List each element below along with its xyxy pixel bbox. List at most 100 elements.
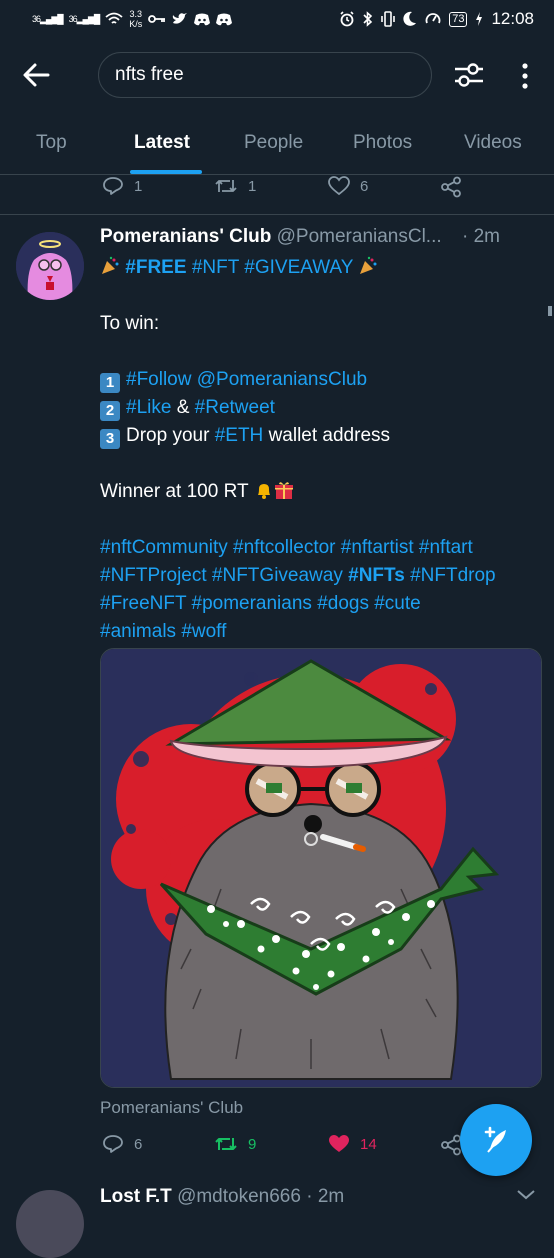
tab-top[interactable]: Top	[36, 132, 67, 154]
next-user-handle: @mdtoken666	[177, 1186, 301, 1207]
tab-people[interactable]: People	[244, 132, 303, 154]
next-tweet-timestamp: · 2m	[306, 1186, 345, 1207]
reply-button[interactable]: 1	[102, 176, 142, 196]
step-3-text: Drop your	[126, 425, 210, 446]
tweet-card[interactable]: Pomeranians' Club @PomeraniansCl... · 2m…	[0, 216, 554, 1200]
step-1: 1 #Follow @PomeraniansClub	[100, 366, 544, 394]
search-input[interactable]: nfts free	[98, 52, 432, 98]
hashtags-line-3[interactable]: #FreeNFT #pomeranians #dogs #cute	[100, 590, 544, 618]
hashtag-like[interactable]: #Like	[126, 397, 171, 418]
vibrate-icon	[381, 11, 396, 27]
like-button[interactable]: 6	[328, 176, 368, 196]
step-3: 3 Drop your #ETH wallet address	[100, 422, 544, 450]
tweet-text: #FREE #NFT #GIVEAWAY To win: 1 #Follow @P…	[100, 254, 544, 646]
hashtags-line-1[interactable]: #nftCommunity #nftcollector #nftartist #…	[100, 534, 544, 562]
feather-plus-icon	[484, 1126, 506, 1153]
keycap-3-icon: 3	[100, 429, 120, 449]
sliders-icon[interactable]	[452, 60, 486, 90]
next-tweet-avatar[interactable]	[16, 1190, 84, 1258]
charging-icon	[476, 12, 483, 26]
bell-icon	[254, 480, 274, 500]
hashtag-nftdrop[interactable]: #NFTdrop	[410, 565, 496, 586]
share-button[interactable]	[440, 176, 462, 198]
ampersand: &	[176, 397, 190, 418]
like-count: 14	[360, 1135, 377, 1153]
tweet-header: Pomeranians' Club @PomeraniansCl... · 2m	[100, 226, 540, 248]
share-icon	[441, 176, 461, 198]
search-tabs: Top Latest People Photos Videos	[0, 122, 554, 175]
retweet-icon	[215, 1138, 237, 1150]
speedometer-icon	[425, 13, 441, 24]
keycap-1-icon: 1	[100, 373, 120, 393]
alarm-icon	[340, 11, 354, 27]
tweet-line-headline: #FREE #NFT #GIVEAWAY	[100, 254, 544, 282]
hashtag-nft[interactable]: #NFT	[192, 257, 239, 278]
winner-line: Winner at 100 RT	[100, 478, 544, 506]
tab-latest[interactable]: Latest	[134, 132, 190, 154]
retweet-count: 9	[248, 1135, 257, 1153]
user-handle[interactable]: @PomeraniansCl...	[277, 226, 442, 247]
hashtags-project-giveaway[interactable]: #NFTProject #NFTGiveaway	[100, 565, 343, 586]
speech-bubble-icon	[103, 1135, 123, 1153]
winner-text: Winner at 100 RT	[100, 481, 249, 502]
pomeranian-avatar-image	[16, 232, 84, 300]
signal-strength-1: 36▂▄▆█	[32, 13, 64, 24]
compose-tweet-button[interactable]	[460, 1104, 532, 1176]
do-not-disturb-moon-icon	[403, 11, 417, 26]
tab-videos[interactable]: Videos	[464, 132, 522, 154]
heart-icon	[328, 176, 350, 196]
retweet-count: 1	[248, 177, 257, 195]
display-name[interactable]: Pomeranians' Club	[100, 226, 271, 247]
hashtags-line-4[interactable]: #animals #woff	[100, 618, 544, 646]
vertical-dots-icon[interactable]	[518, 62, 532, 90]
heart-icon	[329, 1135, 349, 1152]
signal-strength-2: 36▂▄▆█	[68, 13, 101, 24]
hashtag-retweet[interactable]: #Retweet	[195, 397, 275, 418]
retweet-button[interactable]: 9	[214, 1134, 256, 1154]
speech-bubble-icon	[103, 177, 123, 195]
next-display-name: Lost F.T	[100, 1186, 172, 1207]
arrow-left-icon[interactable]	[20, 60, 54, 90]
hashtag-eth[interactable]: #ETH	[215, 425, 264, 446]
step-2: 2 #Like & #Retweet	[100, 394, 544, 422]
mention-pomeraniansclub[interactable]: @PomeraniansClub	[197, 369, 367, 390]
step-3-text-end: wallet address	[268, 425, 391, 446]
party-popper-icon-2	[358, 256, 378, 276]
reply-count: 6	[134, 1135, 143, 1153]
retweet-icon	[215, 180, 237, 192]
tab-photos[interactable]: Photos	[353, 132, 412, 154]
share-button[interactable]	[440, 1134, 462, 1156]
share-icon	[441, 1134, 461, 1156]
hashtag-free[interactable]: #FREE	[125, 257, 186, 278]
pomeranian-nft-artwork	[101, 649, 541, 1087]
image-source-caption[interactable]: Pomeranians' Club	[100, 1098, 243, 1118]
wifi-icon	[105, 12, 123, 24]
discord-icon	[194, 13, 211, 25]
gift-icon	[274, 480, 294, 500]
avatar[interactable]	[16, 232, 84, 300]
discord-icon-2	[216, 13, 233, 25]
network-speed: 3.3 K/s	[129, 9, 143, 29]
reply-count: 1	[134, 177, 143, 195]
previous-tweet-actions: 1 1 6	[0, 174, 554, 215]
hashtag-nfts[interactable]: #NFTs	[348, 565, 405, 586]
keycap-2-icon: 2	[100, 401, 120, 421]
search-query: nfts free	[115, 64, 184, 85]
like-count: 6	[360, 177, 369, 195]
hashtags-line-2: #NFTProject #NFTGiveaway #NFTs #NFTdrop	[100, 562, 544, 590]
retweet-button[interactable]: 1	[214, 176, 256, 196]
next-tweet-header[interactable]: Lost F.T @mdtoken666 · 2m	[100, 1186, 344, 1208]
hashtag-follow[interactable]: #Follow	[126, 369, 191, 390]
status-bar: 36▂▄▆█ 36▂▄▆█ 3.3 K/s 73 12:08	[0, 0, 554, 40]
twitter-bird-icon	[173, 13, 188, 24]
search-header: nfts free	[0, 48, 554, 104]
bluetooth-icon	[363, 11, 373, 27]
tweet-image[interactable]	[100, 648, 542, 1088]
like-button[interactable]: 14	[328, 1134, 377, 1154]
hashtag-giveaway[interactable]: #GIVEAWAY	[244, 257, 353, 278]
key-icon	[148, 15, 166, 23]
party-popper-icon	[100, 256, 120, 276]
to-win-label: To win:	[100, 313, 160, 334]
reply-button[interactable]: 6	[102, 1134, 142, 1154]
chevron-down-icon[interactable]	[515, 1189, 537, 1200]
